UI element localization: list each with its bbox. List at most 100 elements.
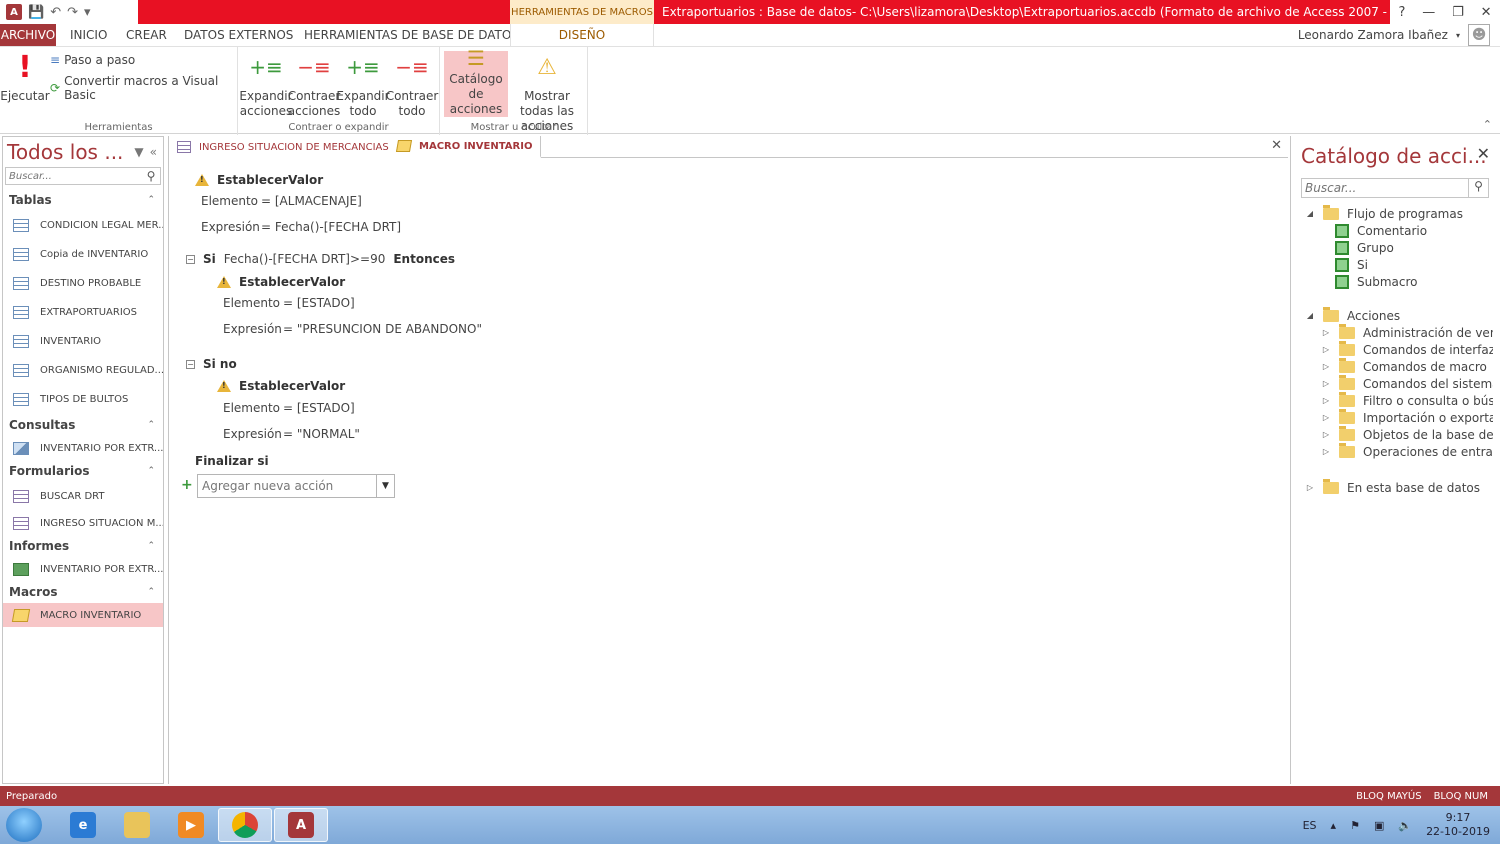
tree-node[interactable]: ▷ Administración de ventar bbox=[1321, 324, 1493, 341]
collapse-ribbon-icon[interactable]: ⌃ bbox=[1483, 118, 1492, 131]
tree-node[interactable]: ▷ Objetos de la base de da bbox=[1321, 426, 1493, 443]
collapse-icon[interactable]: − bbox=[186, 359, 195, 369]
collapsed-triangle-icon[interactable]: ▷ bbox=[1321, 447, 1331, 456]
tree-node[interactable]: ▷ Filtro o consulta o búsqu bbox=[1321, 392, 1493, 409]
macro-action[interactable]: EstablecerValor bbox=[195, 173, 323, 187]
tab-herramientas-bd[interactable]: HERRAMIENTAS DE BASE DE DATOS bbox=[304, 24, 519, 46]
close-catalog-icon[interactable]: ✕ bbox=[1477, 144, 1490, 163]
tab-datos-externos[interactable]: DATOS EXTERNOS bbox=[184, 24, 293, 46]
nav-item[interactable]: TIPOS DE BULTOS bbox=[3, 385, 163, 414]
tree-node-en-esta-base[interactable]: ▷ En esta base de datos bbox=[1305, 479, 1480, 496]
nav-category-formularios[interactable]: Formularios ⌃ bbox=[3, 460, 163, 482]
argument-row[interactable]: Elemento = [ESTADO] bbox=[223, 296, 355, 310]
nav-item[interactable]: INVENTARIO POR EXTR... bbox=[3, 557, 163, 581]
run-button[interactable]: ! Ejecutar bbox=[0, 51, 50, 104]
nav-item[interactable]: CONDICION LEGAL MER... bbox=[3, 211, 163, 240]
tab-archivo[interactable]: ARCHIVO bbox=[0, 24, 56, 46]
nav-menu-icon[interactable]: ▼ bbox=[134, 145, 143, 159]
tree-node[interactable]: ▷ Comandos de interfaz de bbox=[1321, 341, 1493, 358]
end-if[interactable]: Finalizar si bbox=[195, 454, 269, 468]
nav-category-informes[interactable]: Informes ⌃ bbox=[3, 535, 163, 557]
tree-node-acciones[interactable]: ◢ Acciones bbox=[1305, 307, 1400, 324]
nav-item[interactable]: BUSCAR DRT bbox=[3, 482, 163, 511]
search-icon[interactable]: ⚲ bbox=[1468, 179, 1488, 197]
nav-search-input[interactable] bbox=[6, 170, 142, 182]
nav-item[interactable]: Copia de INVENTARIO bbox=[3, 240, 163, 269]
close-icon[interactable]: ✕ bbox=[1481, 5, 1492, 20]
collapsed-triangle-icon[interactable]: ▷ bbox=[1321, 345, 1331, 354]
collapsed-triangle-icon[interactable]: ▷ bbox=[1321, 396, 1331, 405]
tray-expand-icon[interactable]: ▴ bbox=[1331, 819, 1337, 832]
minimize-icon[interactable]: — bbox=[1422, 5, 1435, 20]
nav-category-macros[interactable]: Macros ⌃ bbox=[3, 581, 163, 603]
expanded-triangle-icon[interactable]: ◢ bbox=[1305, 209, 1315, 218]
collapsed-triangle-icon[interactable]: ▷ bbox=[1305, 483, 1315, 492]
nav-shutter-icon[interactable]: « bbox=[150, 145, 157, 159]
nav-item[interactable]: EXTRAPORTUARIOS bbox=[3, 298, 163, 327]
tree-leaf[interactable]: Submacro bbox=[1335, 273, 1418, 290]
expanded-triangle-icon[interactable]: ◢ bbox=[1305, 311, 1315, 320]
clock[interactable]: 9:17 22-10-2019 bbox=[1426, 811, 1490, 839]
argument-row[interactable]: Elemento = [ESTADO] bbox=[223, 401, 355, 415]
language-indicator[interactable]: ES bbox=[1303, 819, 1317, 832]
nav-item[interactable]: ORGANISMO REGULAD... bbox=[3, 356, 163, 385]
user-account[interactable]: Leonardo Zamora Ibañez ▾ ☻ bbox=[1298, 24, 1490, 46]
save-icon[interactable]: 💾 bbox=[28, 6, 44, 19]
collapse-actions-button[interactable]: −≡ Contraer acciones bbox=[288, 51, 341, 119]
argument-row[interactable]: Expresión = "PRESUNCION DE ABANDONO" bbox=[223, 322, 482, 336]
nav-item[interactable]: INVENTARIO POR EXTR... bbox=[3, 436, 163, 460]
tree-node[interactable]: ▷ Importación o exportació bbox=[1321, 409, 1493, 426]
doc-tab-macro[interactable]: MACRO INVENTARIO bbox=[389, 136, 542, 158]
tree-leaf[interactable]: Grupo bbox=[1335, 239, 1394, 256]
undo-icon[interactable]: ↶ bbox=[50, 6, 61, 19]
single-step-button[interactable]: ≡ Paso a paso bbox=[50, 53, 135, 67]
argument-row[interactable]: Elemento = [ALMACENAJE] bbox=[201, 194, 362, 208]
else-block[interactable]: − Si no bbox=[186, 357, 237, 371]
collapsed-triangle-icon[interactable]: ▷ bbox=[1321, 362, 1331, 371]
argument-row[interactable]: Expresión = Fecha()-[FECHA DRT] bbox=[201, 220, 401, 234]
macro-action[interactable]: EstablecerValor bbox=[217, 275, 345, 289]
nav-item[interactable]: INVENTARIO bbox=[3, 327, 163, 356]
nav-item-selected[interactable]: MACRO INVENTARIO bbox=[3, 603, 163, 627]
tree-node[interactable]: ▷ Operaciones de entrada d bbox=[1321, 443, 1493, 460]
tree-node-flujo[interactable]: ◢ Flujo de programas bbox=[1305, 205, 1463, 222]
close-document-icon[interactable]: ✕ bbox=[1271, 138, 1282, 153]
tab-crear[interactable]: CREAR bbox=[126, 24, 167, 46]
customize-qat-icon[interactable]: ▾ bbox=[84, 6, 91, 19]
taskbar-access[interactable]: A bbox=[274, 808, 328, 842]
help-icon[interactable]: ? bbox=[1398, 5, 1405, 20]
nav-title[interactable]: Todos los ... bbox=[7, 140, 134, 164]
redo-icon[interactable]: ↷ bbox=[67, 6, 78, 19]
tab-diseno[interactable]: DISEÑO bbox=[510, 24, 654, 46]
tree-node[interactable]: ▷ Comandos del sistema bbox=[1321, 375, 1493, 392]
nav-category-consultas[interactable]: Consultas ⌃ bbox=[3, 414, 163, 436]
macro-action[interactable]: EstablecerValor bbox=[217, 379, 345, 393]
collapse-icon[interactable]: − bbox=[186, 254, 195, 264]
doc-tab-ingreso[interactable]: INGRESO SITUACION DE MERCANCIAS bbox=[169, 136, 398, 158]
argument-row[interactable]: Expresión = "NORMAL" bbox=[223, 427, 360, 441]
collapsed-triangle-icon[interactable]: ▷ bbox=[1321, 379, 1331, 388]
collapsed-triangle-icon[interactable]: ▷ bbox=[1321, 430, 1331, 439]
taskbar-explorer[interactable] bbox=[110, 808, 164, 842]
convert-macros-button[interactable]: ⟳ Convertir macros a Visual Basic bbox=[50, 74, 237, 102]
add-new-action-select[interactable]: Agregar nueva acción ▼ bbox=[197, 474, 395, 498]
taskbar-ie[interactable]: e bbox=[56, 808, 110, 842]
expand-actions-button[interactable]: +≡ Expandir acciones bbox=[239, 51, 292, 119]
action-catalog-button[interactable]: ☰ Catálogo de acciones bbox=[444, 48, 508, 117]
nav-item[interactable]: INGRESO SITUACION M... bbox=[3, 511, 163, 535]
dropdown-arrow-icon[interactable]: ▼ bbox=[376, 475, 394, 497]
search-icon[interactable]: ⚲ bbox=[142, 169, 160, 183]
taskbar-media[interactable]: ▶ bbox=[164, 808, 218, 842]
nav-category-tablas[interactable]: Tablas ⌃ bbox=[3, 189, 163, 211]
tab-inicio[interactable]: INICIO bbox=[70, 24, 107, 46]
network-icon[interactable]: ▣ bbox=[1374, 819, 1384, 832]
volume-icon[interactable]: 🔈 bbox=[1398, 819, 1412, 832]
tree-leaf[interactable]: Si bbox=[1335, 256, 1368, 273]
catalog-search-input[interactable] bbox=[1302, 181, 1468, 195]
if-block[interactable]: − Si Fecha()-[FECHA DRT]>=90 Entonces bbox=[186, 252, 455, 266]
collapse-all-button[interactable]: −≡ Contraer todo bbox=[386, 51, 439, 119]
start-button[interactable] bbox=[6, 808, 42, 842]
taskbar-chrome[interactable] bbox=[218, 808, 272, 842]
collapsed-triangle-icon[interactable]: ▷ bbox=[1321, 413, 1331, 422]
action-center-icon[interactable]: ⚑ bbox=[1350, 819, 1360, 832]
